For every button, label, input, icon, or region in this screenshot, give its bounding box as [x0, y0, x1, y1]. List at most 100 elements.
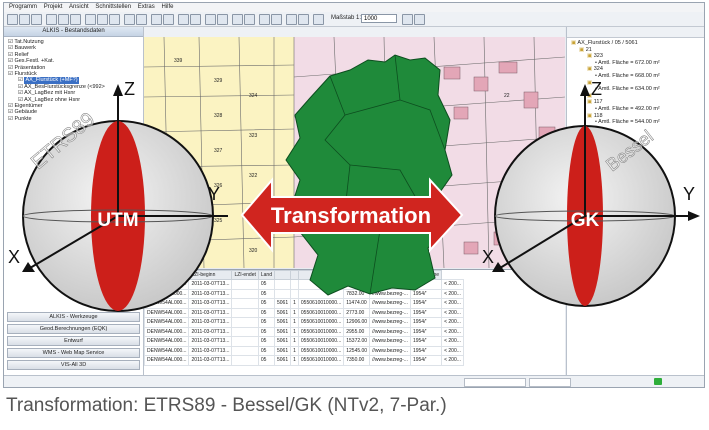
object-tree-item[interactable]: • Amtl. Fläche = 672.00 m²: [571, 60, 704, 67]
column-header[interactable]: Land: [257, 270, 276, 280]
object-tree-item[interactable]: ▣ 118: [571, 113, 704, 120]
open-project-icon[interactable]: [19, 14, 30, 25]
layer-icon[interactable]: [124, 14, 135, 25]
table-body: DENW54AL000... 2011-03-07T13... 05 3251.00/…: [144, 279, 464, 366]
layer-tree: ☑ Tat.Nutzung ☑ Bauwerk ☑ Relief ☑ Ges.Fest…: [4, 37, 143, 122]
window-icon[interactable]: [313, 14, 324, 25]
object-tree-item[interactable]: ▣: [571, 92, 704, 100]
image-icon[interactable]: [232, 14, 243, 25]
grid-icon[interactable]: [136, 14, 147, 25]
save-icon[interactable]: [31, 14, 42, 25]
new-project-icon[interactable]: [7, 14, 18, 25]
table-row[interactable]: DENW54AL000... 2011-03-07T13... 05 7832.00/…: [144, 288, 464, 299]
table-row[interactable]: DENW54AL000... 2011-03-07T13... 05 5061 1 055…: [144, 355, 464, 366]
pan-icon[interactable]: [85, 14, 96, 25]
object-tree-item[interactable]: ▣ AX_Flurstück / 05 / 5061: [571, 40, 704, 47]
table-cell: 0550610010000...: [297, 336, 345, 347]
connection-status-icon: [654, 378, 662, 385]
geod-calc-button[interactable]: Geod.Berechnungen (EQK): [7, 324, 140, 334]
measure-icon[interactable]: [109, 14, 120, 25]
table-cell: //www.bezreg-...: [369, 288, 411, 299]
print-icon[interactable]: [46, 14, 57, 25]
info-icon[interactable]: [163, 14, 174, 25]
table-cell: 05: [257, 345, 276, 356]
table-row[interactable]: DENW54AL000... 2011-03-07T13... 05 5061 1 055…: [144, 336, 464, 347]
snap-icon[interactable]: [151, 14, 162, 25]
point-icon[interactable]: [190, 14, 201, 25]
column-header[interactable]: FDV_Name: [409, 270, 443, 280]
help-icon[interactable]: [414, 14, 425, 25]
object-tree-item[interactable]: ▣: [571, 80, 704, 87]
table-cell: //www.bezreg-...: [369, 345, 411, 356]
settings-icon[interactable]: [286, 14, 297, 25]
column-header[interactable]: GmlID: [144, 270, 190, 280]
object-tree-item[interactable]: ▣ 324: [571, 66, 704, 73]
table-cell: [273, 288, 292, 299]
column-header[interactable]: LZI-beginn: [188, 270, 233, 280]
table-cell: 5061: [273, 317, 292, 328]
color-icon[interactable]: [271, 14, 282, 25]
parcel-number: 327: [214, 148, 223, 154]
menu-schnittstellen[interactable]: Schnittstellen: [95, 3, 131, 12]
chart-icon[interactable]: [244, 14, 255, 25]
table-row[interactable]: DENW54AL000... 2011-03-07T13... 05 5061 1 055…: [144, 307, 464, 318]
column-header[interactable]: LZI-endet: [231, 270, 259, 280]
object-tree-item[interactable]: • Amtl. Fläche = 544.00 m²: [571, 119, 704, 126]
text-icon[interactable]: [178, 14, 189, 25]
menu-programm[interactable]: Programm: [9, 3, 37, 12]
layer-tree-item[interactable]: ☑ Punkte: [8, 116, 143, 122]
table-cell: 0550610010000...: [297, 307, 345, 318]
parcel-number: 21: [404, 68, 410, 74]
zoom-in-icon[interactable]: [58, 14, 69, 25]
menu-hilfe[interactable]: Hilfe: [161, 3, 173, 12]
table-row[interactable]: DENW54AL000... 2011-03-07T13... 05 5061 1 055…: [144, 345, 464, 356]
table-cell: 1954/': [409, 307, 443, 318]
menu-projekt[interactable]: Projekt: [44, 3, 63, 12]
refresh-icon[interactable]: [217, 14, 228, 25]
column-header[interactable]: [290, 270, 299, 280]
column-header[interactable]: [273, 270, 292, 280]
column-header[interactable]: FDV_Art: [369, 270, 411, 280]
draft-button[interactable]: Entwurf: [7, 336, 140, 346]
layer-tree-label: Bauwerk: [14, 45, 36, 52]
table-row[interactable]: DENW54AL000... 2011-03-07T13... 05 5061 1 055…: [144, 317, 464, 328]
column-header[interactable]: [297, 270, 345, 280]
column-header[interactable]: amtl.Fl.: [343, 270, 371, 280]
table-cell: 05: [257, 298, 276, 309]
table-row[interactable]: DENW54AL000... 2011-03-07T13... 05 5061 1 055…: [144, 298, 464, 309]
zoom-out-icon[interactable]: [70, 14, 81, 25]
menu-extras[interactable]: Extras: [138, 3, 155, 12]
filter-icon[interactable]: [298, 14, 309, 25]
folder-icon: ▣: [587, 92, 593, 99]
table-cell: 1954/': [409, 288, 443, 299]
table-cell: //www.bezreg-...: [369, 298, 411, 309]
table-cell: 0550610010000...: [297, 298, 345, 309]
object-tree-item[interactable]: ▣ 21: [571, 47, 704, 54]
hatch-icon[interactable]: [259, 14, 270, 25]
layer-tree-label: Ges.Festl. +Kat.: [14, 58, 55, 65]
wms-button[interactable]: WMS - Web Map Service: [7, 348, 140, 358]
table-cell: 7832.00: [343, 288, 371, 299]
select-icon[interactable]: [97, 14, 108, 25]
table-cell: < 200...: [441, 317, 464, 328]
object-tree-item[interactable]: ▣ 323: [571, 53, 704, 60]
object-tree-item[interactable]: • Amtl. Fläche = 634.00 m²: [571, 86, 704, 93]
vis-all-3d-button[interactable]: VIS-All 3D: [7, 360, 140, 370]
alkis-tools-button[interactable]: ALKIS - Werkzeuge: [7, 312, 140, 322]
folder-icon: ▣: [587, 53, 594, 60]
table-row[interactable]: DENW54AL000... 2011-03-07T13... 05 5061 1 055…: [144, 326, 464, 337]
object-tree-item[interactable]: ▣ 117: [571, 99, 704, 106]
table-row[interactable]: DENW54AL000... 2011-03-07T13... 05 3251.00/…: [144, 279, 464, 290]
export-icon[interactable]: [402, 14, 413, 25]
building: [523, 91, 539, 109]
table-cell: 2955.00: [343, 326, 371, 337]
table-cell: < 200...: [441, 355, 464, 366]
object-tree-item[interactable]: • Amtl. Fläche = 668.00 m²: [571, 73, 704, 80]
table-cell: 2011-03-07T13...: [188, 326, 233, 337]
object-tree-item[interactable]: • Amtl. Fläche = 492.00 m²: [571, 106, 704, 113]
scale-select[interactable]: 1000: [361, 14, 397, 23]
parcel-number: 321: [249, 213, 258, 219]
menu-ansicht[interactable]: Ansicht: [69, 3, 89, 12]
map-view[interactable]: 339 329 328 327 326 325 324 323 322 321 …: [144, 27, 565, 268]
target-icon[interactable]: [205, 14, 216, 25]
